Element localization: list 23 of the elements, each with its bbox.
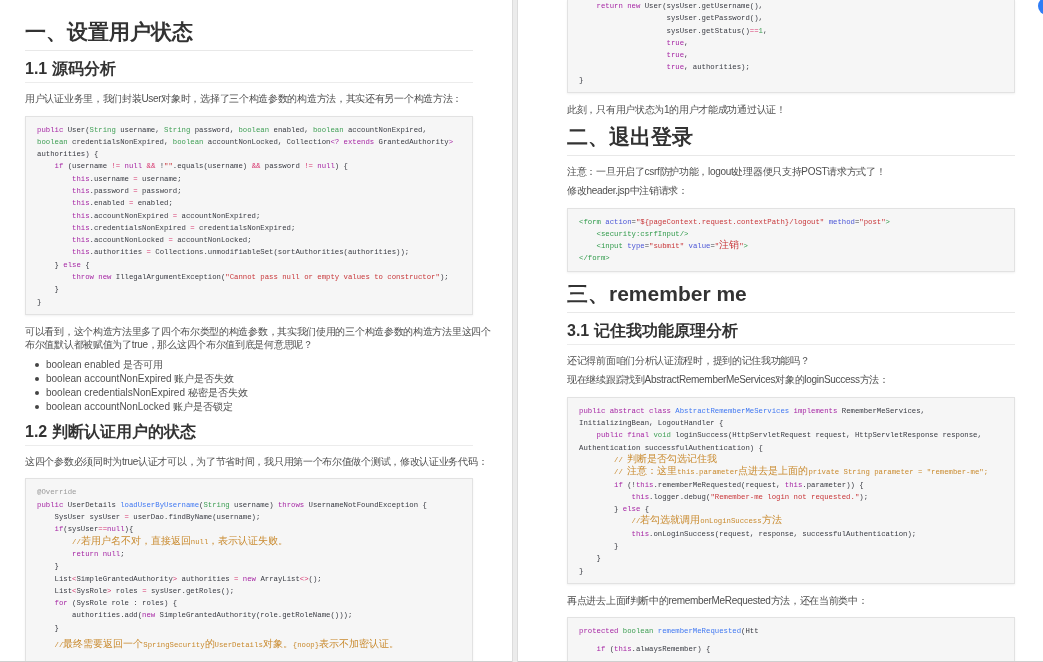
paragraph: 注意：一旦开启了csrf防护功能，logout处理器便只支持POST请求方式了！ bbox=[567, 164, 886, 179]
paragraph: 可以看到，这个构造方法里多了四个布尔类型的构造参数，其实我们使用的三个构造参数的构造方法里这四个布尔值默认都被赋值为了true，那么这四个布尔值到底是何意思呢？ bbox=[25, 324, 492, 352]
section-heading: 三、remember me bbox=[567, 280, 747, 307]
section-heading: 二、退出登录 bbox=[567, 123, 693, 150]
list-item-text: boolean enabled 是否可用 bbox=[46, 357, 163, 372]
subsection-heading: 3.1 记住我功能原理分析 bbox=[567, 320, 738, 341]
paragraph: 再点进去上面if判断中的rememberMeRequested方法，还在当前类中： bbox=[567, 593, 868, 608]
bullet-icon bbox=[35, 362, 39, 367]
paragraph: 现在继续跟踪找到AbstractRememberMeServices对象的loginSuccess方法： bbox=[567, 373, 889, 387]
paragraph: 还记得前面咱们分析认证流程时，提到的记住我功能吗？ bbox=[567, 353, 810, 368]
subsection-heading: 1.2 判断认证用户的状态 bbox=[25, 421, 196, 442]
list-item-text: boolean accountNonExpired 账户是否失效 bbox=[46, 371, 235, 386]
paragraph: 用户认证业务里，我们封装User对象时，选择了三个构造参数的构造方法，其实还有另一个构造方法： bbox=[25, 92, 462, 106]
paragraph: 修改header.jsp中注销请求： bbox=[567, 184, 688, 198]
section-heading: 一、设置用户状态 bbox=[25, 19, 193, 45]
paragraph: 此刻，只有用户状态为1的用户才能成功通过认证！ bbox=[567, 103, 786, 117]
list-item-text: boolean credentialsNonExpired 秘密是否失效 bbox=[46, 385, 248, 400]
list-item-text: boolean accountNonLocked 账户是否锁定 bbox=[46, 399, 233, 414]
bullet-icon bbox=[35, 404, 39, 409]
bullet-icon bbox=[35, 376, 39, 381]
subsection-heading: 1.1 源码分析 bbox=[25, 59, 116, 79]
bullet-icon bbox=[35, 390, 39, 395]
paragraph: 这四个参数必须同时为true认证才可以，为了节省时间，我只用第一个布尔值做个测试，修改认证业务代码： bbox=[25, 454, 488, 469]
